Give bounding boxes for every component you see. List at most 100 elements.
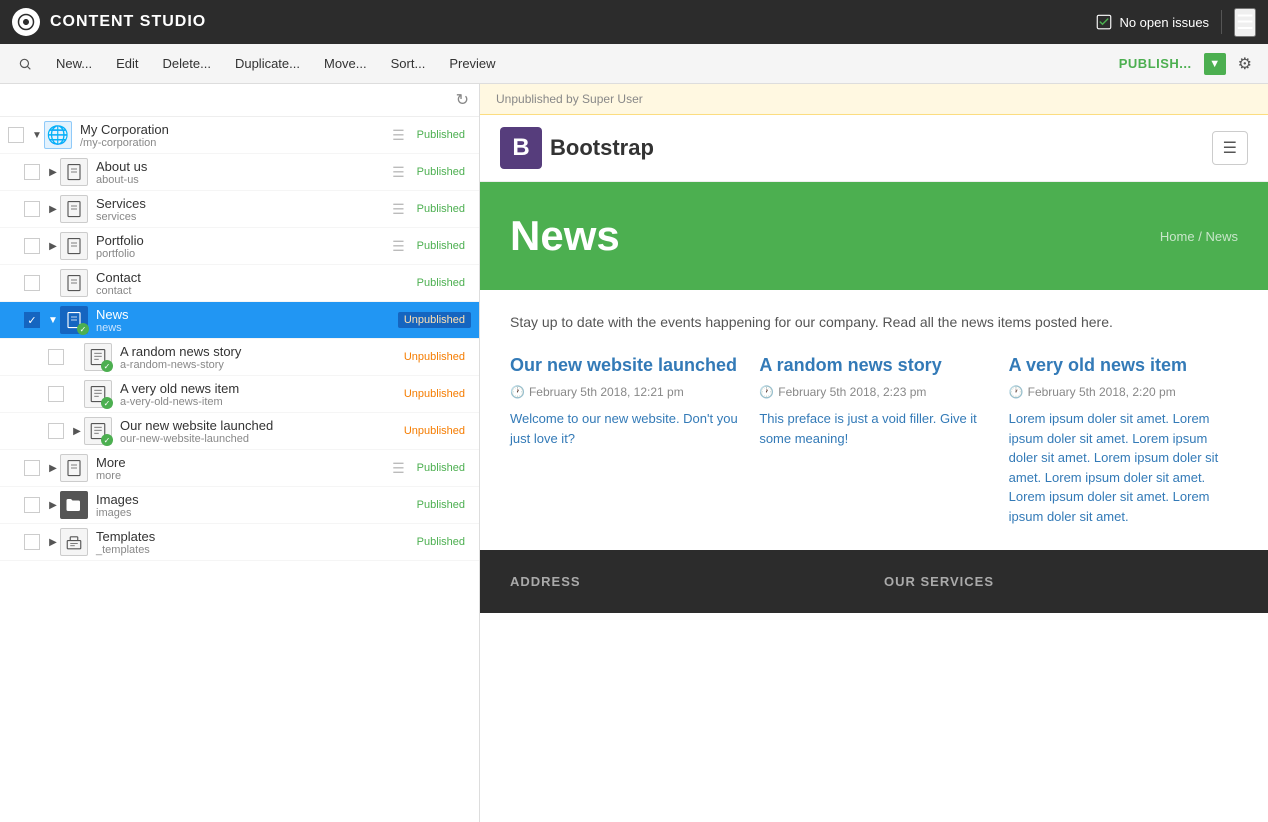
drag-handle-more: ☰ — [392, 460, 405, 477]
delete-button[interactable]: Delete... — [153, 51, 221, 76]
status-services: Published — [411, 201, 471, 217]
tree-checkbox-portfolio[interactable] — [24, 238, 40, 254]
sidebar-item-templates[interactable]: ▶ Templates _templates Published — [0, 524, 479, 561]
page-icon — [65, 237, 83, 255]
sort-button[interactable]: Sort... — [381, 51, 436, 76]
move-button[interactable]: Move... — [314, 51, 377, 76]
expand-arrow-templates[interactable]: ▶ — [46, 535, 60, 549]
sidebar-item-more[interactable]: ▶ More more ☰ Published — [0, 450, 479, 487]
preview-button[interactable]: Preview — [439, 51, 505, 76]
brand: B Bootstrap — [500, 127, 654, 169]
app-title: CONTENT STUDIO — [50, 13, 1095, 31]
tree-checkbox-random-news[interactable] — [48, 349, 64, 365]
tree-checkbox-new-website[interactable] — [48, 423, 64, 439]
expand-arrow-images[interactable]: ▶ — [46, 498, 60, 512]
sidebar-item-portfolio[interactable]: ▶ Portfolio portfolio ☰ Published — [0, 228, 479, 265]
breadcrumb-home: Home — [1160, 229, 1195, 244]
item-icon-templates — [60, 528, 88, 556]
status-new-website: Unpublished — [398, 423, 471, 439]
item-icon-my-corporation: 🌐 — [44, 121, 72, 149]
tree-checkbox-contact[interactable] — [24, 275, 40, 291]
item-info-images: Images images — [96, 492, 411, 519]
drag-handle-about-us: ☰ — [392, 164, 405, 181]
unpublished-label: Unpublished by Super User — [496, 92, 643, 106]
footer-col2-heading: OUR SERVICES — [884, 574, 1238, 589]
refresh-icon[interactable]: ↻ — [456, 90, 469, 110]
publish-button[interactable]: PUBLISH... — [1111, 51, 1200, 76]
tree-checkbox-images[interactable] — [24, 497, 40, 513]
card-1-date: 🕐 February 5th 2018, 2:23 pm — [759, 385, 988, 399]
folder-icon — [65, 496, 83, 514]
sidebar-item-random-news[interactable]: ▶ ✓ A random news story a-random-news-st… — [0, 339, 479, 376]
status-my-corporation: Published — [411, 127, 471, 143]
footer-col-2: OUR SERVICES — [884, 574, 1238, 589]
sidebar-item-contact[interactable]: ▶ Contact contact Published — [0, 265, 479, 302]
status-old-news: Unpublished — [398, 386, 471, 402]
item-icon-services — [60, 195, 88, 223]
breadcrumb-current: News — [1205, 229, 1238, 244]
card-2-date: 🕐 February 5th 2018, 2:20 pm — [1009, 385, 1238, 399]
tree-checkbox-old-news[interactable] — [48, 386, 64, 402]
expand-arrow-about-us[interactable]: ▶ — [46, 165, 60, 179]
tree-checkbox-news[interactable]: ✓ — [24, 312, 40, 328]
sidebar-item-new-website[interactable]: ▶ ✓ Our new website launched our-new-web… — [0, 413, 479, 450]
expand-arrow-more[interactable]: ▶ — [46, 461, 60, 475]
item-icon-about-us — [60, 158, 88, 186]
search-icon — [18, 57, 32, 71]
tree-checkbox-templates[interactable] — [24, 534, 40, 550]
item-info-services: Services services — [96, 196, 392, 223]
news-card-0: Our new website launched 🕐 February 5th … — [510, 354, 739, 526]
drag-handle-portfolio: ☰ — [392, 238, 405, 255]
item-icon-images — [60, 491, 88, 519]
navbar-toggler[interactable]: ☰ — [1212, 131, 1248, 165]
publish-dropdown-button[interactable]: ▼ — [1204, 53, 1226, 75]
expand-arrow-portfolio[interactable]: ▶ — [46, 239, 60, 253]
top-bar-right: No open issues ☰ — [1095, 8, 1256, 37]
divider — [1221, 10, 1222, 34]
item-icon-new-website: ✓ — [84, 417, 112, 445]
sidebar-item-my-corporation[interactable]: ▼ 🌐 My Corporation /my-corporation ☰ Pub… — [0, 117, 479, 154]
edit-button[interactable]: Edit — [106, 51, 148, 76]
clock-icon-1: 🕐 — [759, 385, 774, 399]
expand-arrow-services[interactable]: ▶ — [46, 202, 60, 216]
brand-logo: B — [500, 127, 542, 169]
hamburger-button[interactable]: ☰ — [1234, 8, 1256, 37]
sidebar-item-images[interactable]: ▶ Images images Published — [0, 487, 479, 524]
status-more: Published — [411, 460, 471, 476]
checklist-icon — [1095, 13, 1113, 31]
new-button[interactable]: New... — [46, 51, 102, 76]
sidebar-item-services[interactable]: ▶ Services services ☰ Published — [0, 191, 479, 228]
expand-arrow-news[interactable]: ▼ — [46, 313, 60, 327]
item-icon-portfolio — [60, 232, 88, 260]
sidebar: ↻ ▼ 🌐 My Corporation /my-corporation ☰ P… — [0, 84, 480, 822]
drag-handle-services: ☰ — [392, 201, 405, 218]
tree-checkbox-services[interactable] — [24, 201, 40, 217]
settings-button[interactable]: ⚙ — [1230, 50, 1260, 78]
published-check: ✓ — [101, 434, 113, 446]
sidebar-item-news[interactable]: ✓ ▼ ✓ News news Unpublished — [0, 302, 479, 339]
duplicate-button[interactable]: Duplicate... — [225, 51, 310, 76]
card-0-date: 🕐 February 5th 2018, 12:21 pm — [510, 385, 739, 399]
preview-content: Stay up to date with the events happenin… — [480, 290, 1268, 550]
item-icon-news: ✓ — [60, 306, 88, 334]
item-info-news: News news — [96, 307, 398, 334]
expand-arrow-my-corporation[interactable]: ▼ — [30, 128, 44, 142]
tree-checkbox-my-corporation[interactable] — [8, 127, 24, 143]
item-icon-old-news: ✓ — [84, 380, 112, 408]
news-cards: Our new website launched 🕐 February 5th … — [510, 354, 1238, 526]
intro-text: Stay up to date with the events happenin… — [510, 314, 1238, 330]
sidebar-item-old-news[interactable]: ▶ ✓ A very old news item a-very-old-news… — [0, 376, 479, 413]
expand-arrow-new-website[interactable]: ▶ — [70, 424, 84, 438]
published-check: ✓ — [101, 360, 113, 372]
status-news: Unpublished — [398, 312, 471, 328]
brand-name: Bootstrap — [550, 135, 654, 161]
item-icon-random-news: ✓ — [84, 343, 112, 371]
tree-checkbox-about-us[interactable] — [24, 164, 40, 180]
tree-checkbox-more[interactable] — [24, 460, 40, 476]
footer-col-1: ADDRESS — [510, 574, 864, 589]
card-1-title: A random news story — [759, 354, 988, 377]
unpublished-bar: Unpublished by Super User — [480, 84, 1268, 115]
sidebar-item-about-us[interactable]: ▶ About us about-us ☰ Published — [0, 154, 479, 191]
search-button[interactable] — [8, 51, 42, 77]
breadcrumb-sep: / — [1198, 229, 1202, 244]
